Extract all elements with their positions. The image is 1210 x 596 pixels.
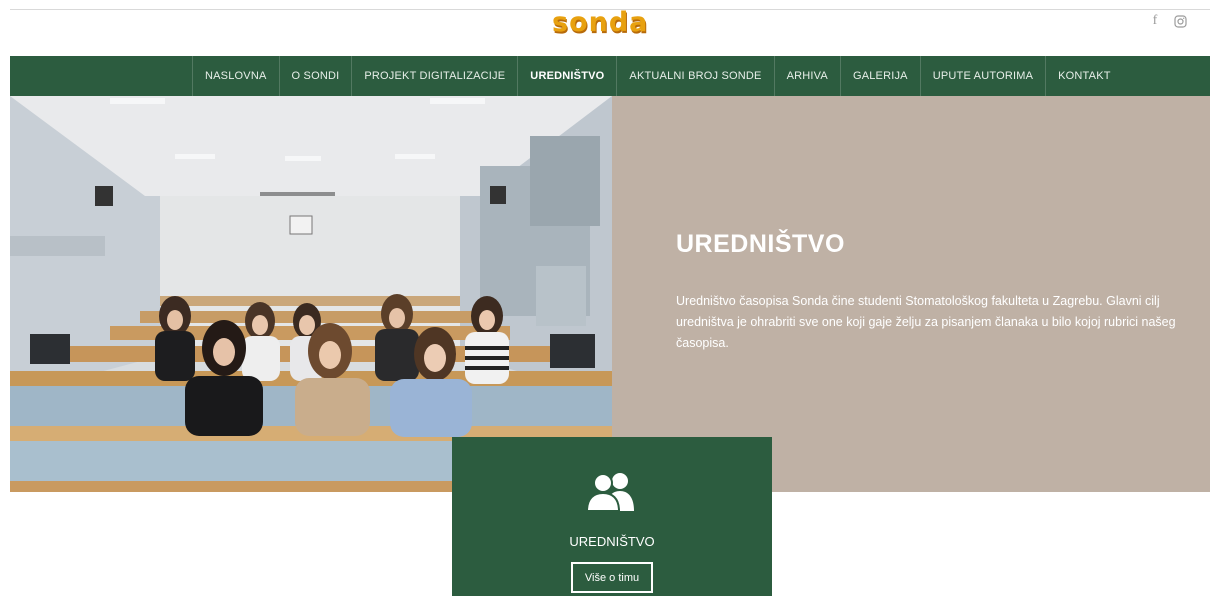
nav-item-o-sondi[interactable]: O SONDI [278, 56, 352, 96]
nav-item-projekt-digitalizacije[interactable]: PROJEKT DIGITALIZACIJE [351, 56, 517, 96]
page-title: UREDNIŠTVO [676, 230, 845, 258]
card-title: UREDNIŠTVO [569, 534, 655, 549]
intro-text: Uredništvo časopisa Sonda čine studenti … [676, 294, 1176, 350]
site-header: sonda f [0, 0, 1210, 56]
main-navigation: NASLOVNA O SONDI PROJEKT DIGITALIZACIJE … [10, 56, 1210, 96]
nav-item-galerija[interactable]: GALERIJA [839, 56, 920, 96]
more-about-team-button[interactable]: Više o timu [571, 562, 653, 593]
nav-item-kontakt[interactable]: KONTAKT [1045, 56, 1123, 96]
nav-menu: NASLOVNA O SONDI PROJEKT DIGITALIZACIJE … [192, 56, 1123, 96]
site-logo[interactable]: sonda [552, 7, 648, 38]
nav-item-arhiva[interactable]: ARHIVA [773, 56, 840, 96]
nav-item-aktualni-broj-sonde[interactable]: AKTUALNI BROJ SONDE [616, 56, 773, 96]
nav-item-urednistvo[interactable]: UREDNIŠTVO [517, 56, 616, 96]
facebook-icon[interactable]: f [1147, 13, 1163, 29]
instagram-icon[interactable] [1172, 13, 1188, 29]
nav-item-upute-autorima[interactable]: UPUTE AUTORIMA [919, 56, 1045, 96]
nav-item-naslovna[interactable]: NASLOVNA [192, 56, 279, 96]
users-icon [585, 471, 638, 512]
editorial-team-photo [10, 96, 612, 492]
intro-panel: UREDNIŠTVO Uredništvo časopisa Sonda čin… [612, 96, 1210, 492]
team-card: UREDNIŠTVO Više o timu [452, 437, 772, 596]
